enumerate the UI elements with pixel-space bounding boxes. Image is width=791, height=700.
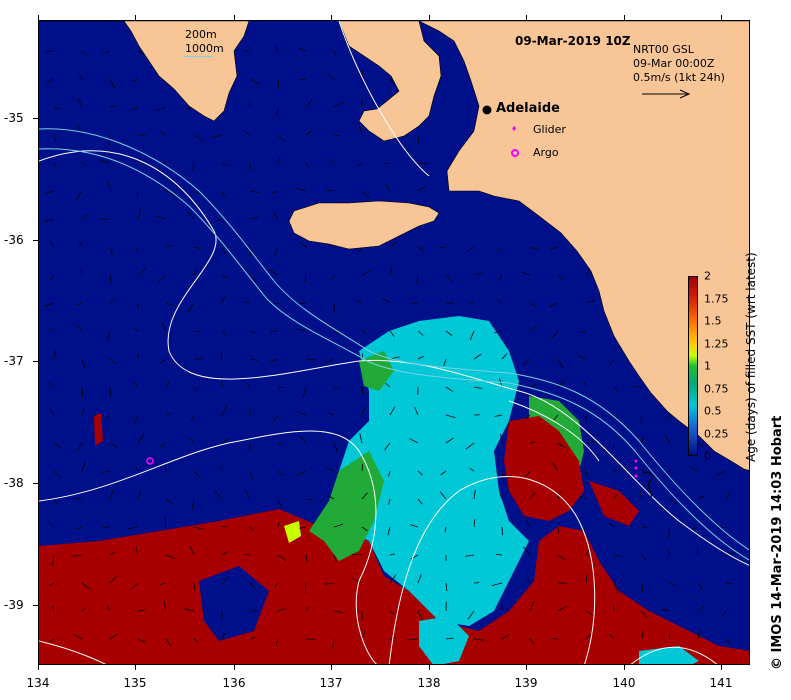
current-vector	[45, 50, 55, 52]
x-tick-label: 136	[222, 676, 246, 690]
x-tick-mark	[526, 665, 527, 670]
current-vector	[613, 442, 615, 449]
colorbar-tick-label: 0	[704, 449, 711, 463]
adelaide-label: Adelaide	[496, 101, 560, 116]
y-tick-label: -35	[4, 111, 24, 125]
x-tick-mark-top	[331, 15, 332, 20]
glider-position	[634, 474, 638, 478]
colorbar-tick-label: 0.5	[704, 404, 722, 418]
current-vector	[417, 162, 428, 164]
x-tick-mark	[38, 665, 39, 670]
x-tick-label: 137	[319, 676, 343, 690]
x-tick-mark-top	[624, 15, 625, 20]
argo-legend-label: Argo	[533, 146, 559, 159]
colorbar-tick-label: 1.75	[704, 292, 729, 305]
adelaide-marker	[482, 105, 492, 115]
colorbar	[688, 276, 698, 456]
x-tick-mark	[721, 665, 722, 670]
y-tick-label: -39	[4, 598, 24, 612]
colorbar-tick-label: 2	[704, 269, 711, 283]
x-tick-mark	[429, 665, 430, 670]
current-time: 09-Mar 00:00Z	[633, 57, 715, 70]
current-vector	[501, 526, 503, 536]
glider-legend-icon: ♦	[511, 125, 518, 133]
y-tick-mark	[33, 361, 38, 362]
current-vector	[725, 582, 734, 584]
current-vector	[333, 386, 340, 388]
colorbar-tick-label: 0.25	[704, 427, 729, 440]
x-tick-mark	[234, 665, 235, 670]
x-tick-label: 140	[612, 676, 636, 690]
glider-position	[634, 466, 638, 470]
y-tick-label: -36	[4, 233, 24, 247]
glider-position	[634, 459, 638, 463]
credit-line: © IMOS 14-Mar-2019 14:03 Hobart	[770, 415, 785, 670]
x-tick-mark-top	[721, 15, 722, 20]
colorbar-tick-label: 0.75	[704, 382, 729, 395]
x-tick-mark-top	[38, 15, 39, 20]
sst-age-map	[39, 21, 749, 664]
map-title: 09-Mar-2019 10Z	[515, 34, 631, 48]
x-tick-mark-top	[234, 15, 235, 20]
y-tick-mark	[33, 605, 38, 606]
current-vector	[551, 638, 559, 640]
x-tick-mark-top	[429, 15, 430, 20]
x-tick-label: 135	[123, 676, 147, 690]
x-tick-mark-top	[135, 15, 136, 20]
current-scale: 0.5m/s (1kt 24h)	[633, 71, 725, 84]
y-tick-label: -38	[4, 476, 24, 490]
x-tick-label: 134	[26, 676, 50, 690]
y-tick-mark	[33, 483, 38, 484]
x-tick-mark	[331, 665, 332, 670]
glider-legend-label: Glider	[533, 123, 566, 136]
isobath-legend-1000m: 1000m	[185, 42, 224, 55]
map-frame	[38, 20, 750, 665]
x-tick-mark	[135, 665, 136, 670]
x-tick-label: 139	[514, 676, 538, 690]
current-vector	[74, 498, 83, 500]
x-tick-label: 141	[709, 676, 733, 690]
colorbar-tick-label: 1.5	[704, 314, 722, 328]
y-tick-mark	[33, 118, 38, 119]
y-tick-mark	[33, 240, 38, 241]
x-tick-mark-top	[526, 15, 527, 20]
isobath-legend-200m: 200m	[185, 28, 217, 41]
colorbar-tick-label: 1.25	[704, 337, 729, 350]
x-tick-mark	[624, 665, 625, 670]
current-source: NRT00 GSL	[633, 43, 694, 56]
colorbar-tick-label: 1	[704, 359, 711, 373]
x-tick-label: 138	[417, 676, 441, 690]
current-vector	[102, 526, 111, 528]
current-vector	[193, 330, 201, 332]
current-scale-arrow-icon	[642, 89, 691, 99]
colorbar-title: Age (days) of filled SST (wrt latest)	[744, 252, 758, 462]
argo-legend-icon	[511, 149, 519, 157]
y-tick-label: -37	[4, 354, 24, 368]
isobath-legend-line	[183, 56, 213, 57]
